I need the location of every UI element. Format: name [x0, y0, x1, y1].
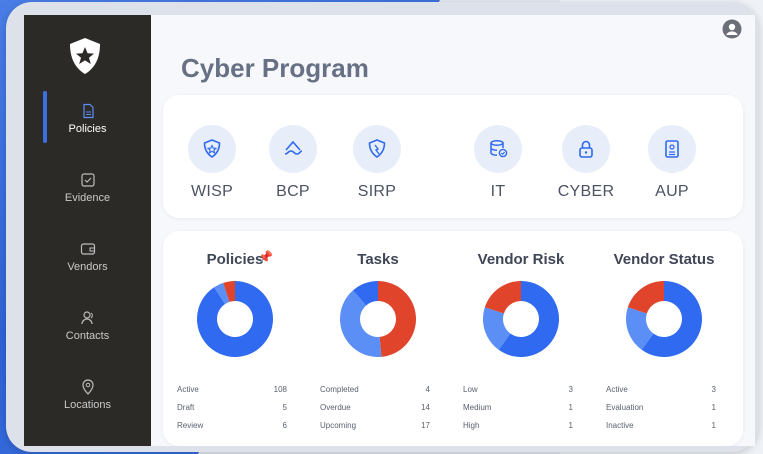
legend-label: Active [606, 385, 628, 394]
sidebar-item-contacts[interactable]: Contacts [24, 310, 151, 370]
chart-vendor-risk: Vendor Risk Low 3 Medium 1 High 1 [451, 251, 591, 430]
sidebar-item-label: Vendors [67, 261, 108, 273]
legend-value: 3 [568, 385, 573, 394]
legend-row: Inactive 1 [606, 417, 716, 435]
chart-policies: Policies Active 108 Draft 5 Review 6 [165, 251, 305, 430]
legend-value: 6 [282, 421, 287, 430]
legend-value: 108 [273, 385, 287, 394]
program-tile-cyber[interactable]: CYBER [546, 125, 626, 201]
main-content: Cyber Program WISP BCP SIRP IT CYBER AUP… [151, 15, 755, 446]
program-tile-sirp[interactable]: SIRP [337, 125, 417, 201]
charts-card: Policies Active 108 Draft 5 Review 6 📌 Tasks … [163, 231, 743, 446]
page-title: Cyber Program [181, 53, 369, 83]
legend-label: Completed [320, 385, 359, 394]
donut-slice-inactive[interactable] [627, 281, 664, 314]
sidebar-item-label: Evidence [64, 192, 111, 204]
program-label: AUP [655, 183, 689, 200]
program-label: CYBER [557, 183, 615, 200]
legend-value: 4 [425, 385, 430, 394]
sidebar: Policies Evidence Vendors Contacts Locat… [24, 15, 151, 446]
program-tile-aup[interactable]: AUP [632, 125, 712, 201]
legend-label: High [463, 421, 480, 430]
legend-label: Evaluation [606, 403, 644, 412]
legend-row: Evaluation 1 [606, 399, 716, 417]
donut-slice-high[interactable] [484, 281, 521, 314]
chart-legend: Active 108 Draft 5 Review 6 [177, 381, 287, 435]
legend-row: Low 3 [463, 381, 573, 399]
donut-vendor-risk [483, 281, 559, 357]
lock-icon [562, 125, 610, 173]
legend-row: Draft 5 [177, 399, 287, 417]
legend-value: 14 [421, 403, 430, 412]
legend-value: 1 [711, 421, 716, 430]
sidebar-item-locations[interactable]: Locations [24, 379, 151, 439]
app-screen: Policies Evidence Vendors Contacts Locat… [24, 15, 755, 446]
program-tile-wisp[interactable]: WISP [172, 125, 252, 201]
legend-label: Review [177, 421, 204, 430]
legend-value: 17 [421, 421, 430, 430]
programs-card: WISP BCP SIRP IT CYBER AUP [163, 95, 743, 218]
location-pin-icon [81, 379, 94, 395]
legend-row: Completed 4 [320, 381, 430, 399]
policy-document-icon [82, 103, 94, 119]
legend-row: Review 6 [177, 417, 287, 435]
chart-title: Tasks [357, 251, 399, 268]
legend-row: Active 3 [606, 381, 716, 399]
donut-tasks [340, 281, 416, 357]
database-check-icon [474, 125, 522, 173]
chart-legend: Active 3 Evaluation 1 Inactive 1 [606, 381, 716, 435]
program-label: IT [490, 183, 506, 200]
chart-title: Policies [206, 251, 264, 268]
evidence-check-icon [80, 173, 95, 187]
chart-title: Vendor Status [613, 251, 715, 268]
legend-value: 5 [282, 403, 287, 412]
legend-value: 3 [711, 385, 716, 394]
legend-label: Overdue [320, 403, 351, 412]
legend-label: Upcoming [320, 421, 357, 430]
sidebar-item-policies[interactable]: Policies [24, 91, 151, 163]
chart-tasks: Tasks Completed 4 Overdue 14 Upcoming 17 [308, 251, 448, 430]
vendor-wallet-icon [80, 243, 95, 255]
legend-value: 1 [568, 403, 573, 412]
program-tile-bcp[interactable]: BCP [253, 125, 333, 201]
continuity-icon [269, 125, 317, 173]
legend-value: 1 [568, 421, 573, 430]
legend-label: Low [463, 385, 478, 394]
shield-star-icon [188, 125, 236, 173]
sidebar-item-label: Contacts [65, 330, 110, 342]
sidebar-item-label: Policies [68, 123, 107, 135]
legend-label: Active [177, 385, 199, 394]
legend-label: Draft [177, 403, 195, 412]
donut-slice-upcoming[interactable] [378, 281, 416, 357]
legend-row: Active 108 [177, 381, 287, 399]
donut-policies [197, 281, 273, 357]
shield-star-logo-icon [64, 35, 106, 77]
chart-title: Vendor Risk [477, 251, 565, 268]
program-label: BCP [276, 183, 310, 200]
donut-vendor-status [626, 281, 702, 357]
sidebar-item-label: Locations [63, 399, 112, 411]
legend-row: Overdue 14 [320, 399, 430, 417]
sidebar-item-vendors[interactable]: Vendors [24, 241, 151, 301]
incident-shield-icon [353, 125, 401, 173]
user-avatar-icon[interactable] [722, 19, 742, 39]
contacts-icon [80, 311, 93, 325]
badge-doc-icon [648, 125, 696, 173]
legend-label: Medium [463, 403, 492, 412]
tablet-frame: Policies Evidence Vendors Contacts Locat… [6, 2, 758, 452]
program-label: WISP [190, 183, 234, 200]
chart-vendor-status: Vendor Status Active 3 Evaluation 1 Inactive… [594, 251, 734, 430]
legend-label: Inactive [606, 421, 634, 430]
legend-row: Medium 1 [463, 399, 573, 417]
legend-value: 1 [711, 403, 716, 412]
legend-row: High 1 [463, 417, 573, 435]
chart-legend: Completed 4 Overdue 14 Upcoming 17 [320, 381, 430, 435]
program-label: SIRP [357, 183, 397, 200]
legend-row: Upcoming 17 [320, 417, 430, 435]
pin-icon[interactable]: 📌 [258, 250, 273, 264]
chart-legend: Low 3 Medium 1 High 1 [463, 381, 573, 435]
sidebar-item-evidence[interactable]: Evidence [24, 172, 151, 232]
program-tile-it[interactable]: IT [458, 125, 538, 201]
